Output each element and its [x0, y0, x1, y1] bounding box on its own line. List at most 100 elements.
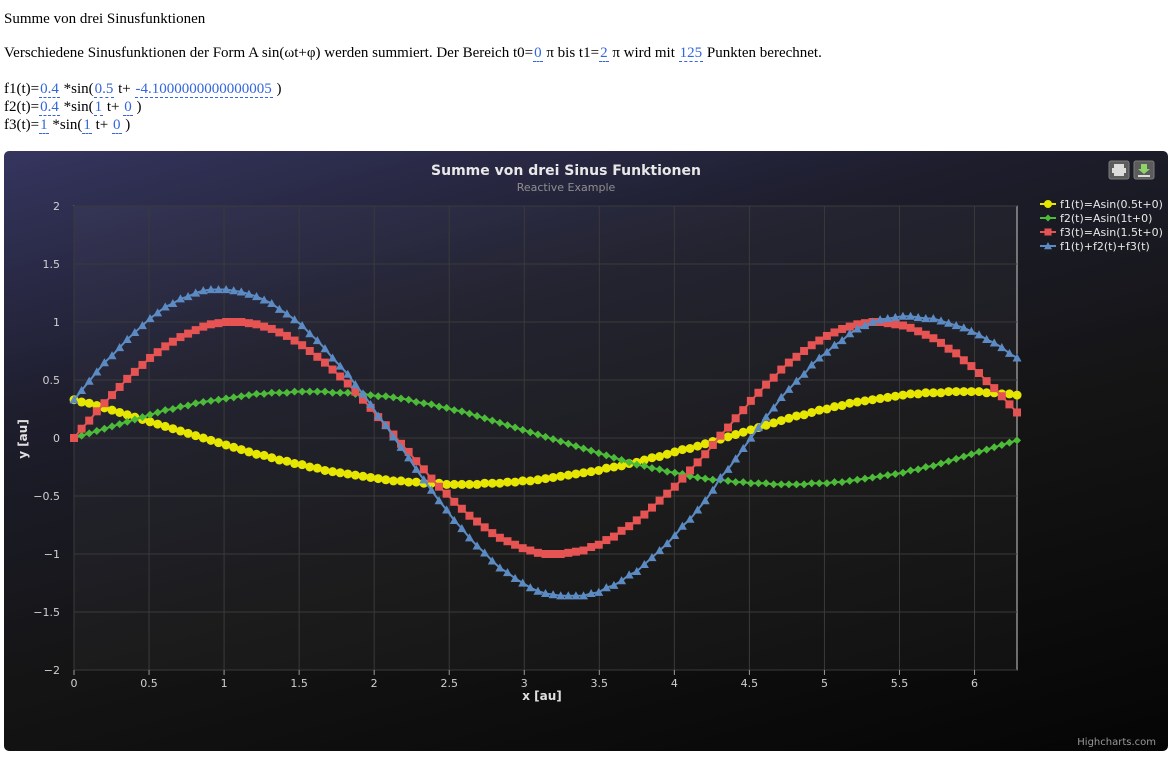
series-1-point: [852, 397, 862, 407]
description-text: π bis t1=: [542, 45, 600, 61]
series-3-point: [617, 526, 626, 535]
t0-param[interactable]: 0: [533, 45, 543, 62]
series-3-point: [184, 329, 193, 338]
series-1-point: [533, 475, 543, 485]
series-3-point: [594, 540, 603, 549]
f2-amplitude-param[interactable]: 0.4: [39, 99, 60, 116]
series-1-point: [837, 401, 847, 411]
series-3-point: [100, 399, 109, 408]
legend-item[interactable]: f1(t)+f2(t)+f3(t): [1040, 240, 1150, 253]
series-3-point: [237, 318, 246, 326]
series-1-point: [677, 445, 687, 455]
series-3-point: [495, 533, 504, 542]
series-1-point: [807, 407, 817, 417]
series-3-point: [838, 324, 847, 333]
f3-omega-param[interactable]: 1: [82, 117, 92, 134]
series-3-point: [807, 341, 816, 350]
series-1-point: [898, 390, 908, 400]
series-3-point: [678, 474, 687, 483]
print-button[interactable]: [1108, 160, 1130, 180]
series-1-point: [1012, 390, 1022, 400]
f1-phase-param[interactable]: -4.1000000000000005: [134, 81, 273, 98]
series-1-point: [320, 465, 330, 475]
series-3-point: [564, 548, 573, 557]
series-3-point: [830, 328, 839, 337]
series-1-point: [738, 427, 748, 437]
legend-marker: [1044, 200, 1052, 208]
legend-item[interactable]: f1(t)=Asin(0.5t+0): [1040, 198, 1163, 211]
series-3-point: [244, 319, 253, 328]
f1-omega-param[interactable]: 0.5: [93, 81, 115, 98]
series-1-point: [206, 435, 216, 445]
series-1-point: [510, 477, 520, 487]
x-tick-label: 5.5: [891, 677, 909, 690]
f1-amplitude-param[interactable]: 0.4: [39, 81, 60, 98]
series-1-point: [84, 398, 94, 408]
series-3-point: [982, 377, 991, 386]
series-1-point: [107, 405, 117, 415]
series-1-point: [913, 389, 923, 399]
series-1-point: [267, 453, 277, 463]
f3-phase-param[interactable]: 0: [112, 117, 122, 134]
series-3-point: [427, 474, 436, 483]
series-3-point: [967, 362, 976, 371]
f3-amplitude-param[interactable]: 1: [39, 117, 49, 134]
formula-text: ): [121, 117, 131, 133]
series-3-point: [123, 374, 132, 383]
legend-label: f1(t)=Asin(0.5t+0): [1060, 198, 1163, 211]
formula-text: ): [272, 81, 282, 97]
description-text: Punkten berechnet.: [703, 45, 822, 61]
series-1-point: [731, 430, 741, 440]
series-1-point: [541, 474, 551, 484]
series-1-point: [685, 443, 695, 453]
legend-item[interactable]: f3(t)=Asin(1.5t+0): [1040, 226, 1163, 239]
series-3-point: [906, 323, 915, 332]
series-1-point: [366, 472, 376, 482]
download-button[interactable]: [1133, 160, 1155, 180]
f2-omega-param[interactable]: 1: [93, 99, 104, 116]
series-1-point: [814, 405, 824, 415]
series-3-point: [693, 458, 702, 467]
series-3-point: [176, 333, 185, 342]
series-3-point: [625, 522, 634, 531]
legend-item[interactable]: f2(t)=Asin(1t+0): [1040, 212, 1152, 225]
series-3-point: [921, 330, 930, 339]
series-3-point: [571, 547, 580, 556]
series-3-point: [336, 372, 345, 381]
formula-text: *sin(: [48, 117, 83, 133]
series-3-point: [298, 341, 307, 350]
series-3-point: [724, 423, 733, 432]
series-1-point: [244, 447, 254, 457]
chart-container: Summe von drei Sinus Funktionen Reactive…: [4, 151, 1168, 751]
series-1-point: [472, 479, 482, 489]
points-param[interactable]: 125: [678, 45, 704, 62]
formula-text: t+: [103, 99, 124, 115]
series-1-point: [693, 441, 703, 451]
series-1-point: [525, 476, 535, 486]
f2-phase-param[interactable]: 0: [123, 99, 133, 116]
formula-prefix: f2(t)=: [4, 99, 40, 115]
series-3-point: [936, 338, 945, 347]
series-3-point: [328, 365, 337, 374]
series-1-point: [312, 463, 322, 473]
series-3-point: [716, 431, 725, 440]
x-tick-label: 2: [371, 677, 378, 690]
y-tick-label: 1: [53, 316, 60, 329]
series-3-point: [229, 318, 238, 326]
series-3-point: [115, 382, 124, 391]
series-3-point: [975, 369, 984, 378]
series-3-point: [556, 550, 565, 558]
series-3-point: [731, 414, 740, 423]
formula-f3: f3(t)=1 *sin(1 t+ 0 ): [4, 117, 130, 134]
series-3-point: [153, 348, 162, 357]
credits-link[interactable]: Highcharts.com: [1077, 737, 1156, 748]
t1-param[interactable]: 2: [599, 45, 609, 62]
series-3-point: [541, 550, 550, 558]
series-1-point: [198, 433, 208, 443]
series-3-point: [587, 543, 596, 552]
series-3-point: [146, 353, 155, 362]
legend-label: f3(t)=Asin(1.5t+0): [1060, 226, 1163, 239]
series-3-point: [670, 482, 679, 491]
series-3-point: [777, 365, 786, 374]
x-tick-label: 6: [971, 677, 978, 690]
